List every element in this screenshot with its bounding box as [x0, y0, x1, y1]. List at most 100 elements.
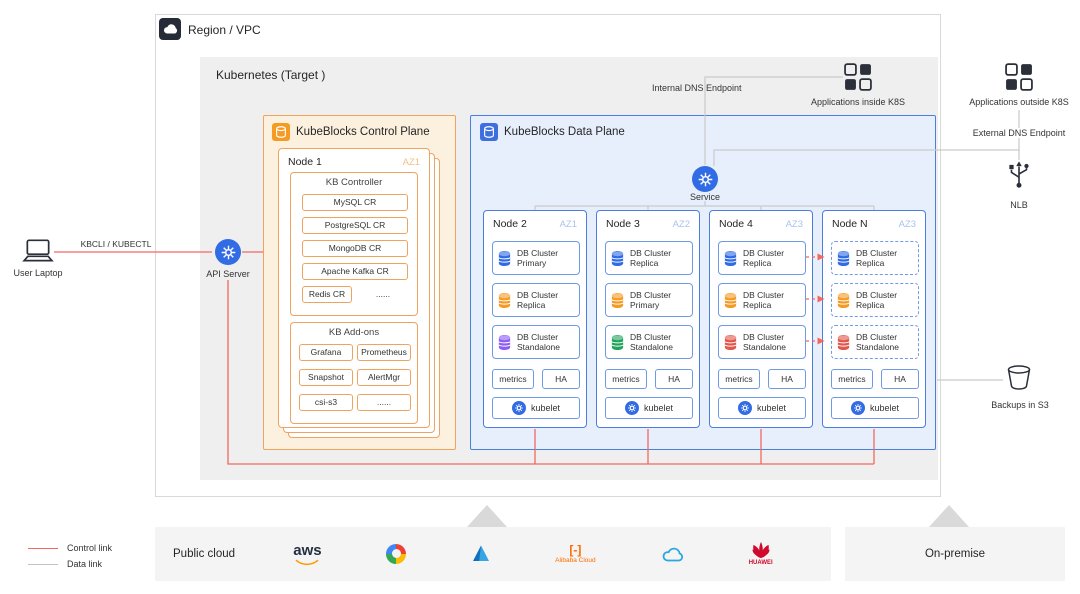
addon-item: ......: [357, 394, 411, 411]
database-icon: [611, 334, 624, 350]
azure-logo: [471, 544, 491, 564]
nlb-label: NLB: [1010, 200, 1028, 210]
data-node-card-node4: Node 4 AZ3 DB Cluster Replica DB Cluster R…: [709, 210, 813, 428]
cr-item: PostgreSQL CR: [302, 217, 408, 234]
cluster-line1: DB Cluster: [517, 289, 559, 300]
cluster-line2: Standalone: [630, 342, 674, 352]
kubernetes-icon: [737, 401, 752, 415]
database-icon: [611, 250, 624, 266]
db-cluster-item: DB Cluster Standalone: [718, 325, 806, 359]
addon-item: csi-s3: [299, 394, 353, 411]
database-icon: [837, 292, 850, 308]
tencent-cloud-icon: [662, 547, 684, 561]
cr-item: MySQL CR: [302, 194, 408, 211]
kbcli-kubectl-label: KBCLI / KUBECTL: [80, 239, 152, 249]
applications-outside-k8s-label: Applications outside K8S: [969, 97, 1069, 107]
db-cluster-item-pending: DB Cluster Replica: [831, 241, 919, 275]
metrics-box: metrics: [718, 369, 760, 389]
node-az-badge: AZ1: [559, 218, 577, 230]
database-icon: [837, 334, 850, 350]
kb-controller-box: KB Controller MySQL CR PostgreSQL CR Mon…: [290, 172, 418, 316]
node-name: Node 2: [493, 218, 527, 230]
cluster-line1: DB Cluster: [630, 331, 672, 342]
public-cloud-label: Public cloud: [173, 548, 236, 560]
aws-logo: aws: [293, 541, 322, 566]
metrics-box: metrics: [492, 369, 534, 389]
legend: Control link Data link: [28, 540, 112, 572]
on-premise-callout-triangle: [929, 505, 969, 527]
aws-smile-icon: [295, 559, 319, 565]
node-az-badge: AZ3: [785, 218, 803, 230]
data-node-card-nodeN: Node N AZ3 DB Cluster Replica DB Cluster R…: [822, 210, 926, 428]
database-icon: [498, 250, 511, 266]
external-dns-endpoint-label: External DNS Endpoint: [962, 128, 1076, 138]
db-cluster-item: DB Cluster Primary: [605, 283, 693, 317]
node-name: Node 4: [719, 218, 753, 230]
backups-s3-label: Backups in S3: [991, 400, 1049, 410]
db-cluster-item-pending: DB Cluster Standalone: [831, 325, 919, 359]
google-cloud-logo: [386, 543, 407, 565]
addon-item: AlertMgr: [357, 369, 411, 386]
kubernetes-icon: [511, 401, 526, 415]
database-icon: [498, 334, 511, 350]
applications-outside-k8s-icon: [1004, 62, 1034, 97]
database-icon: [724, 334, 737, 350]
huawei-flower-icon: [752, 542, 770, 559]
cluster-line1: DB Cluster: [630, 289, 672, 300]
addon-item: Snapshot: [299, 369, 353, 386]
aws-logo-text: aws: [293, 541, 322, 559]
database-icon: [611, 292, 624, 308]
cluster-line1: DB Cluster: [517, 247, 559, 258]
alibaba-cloud-icon: [-]: [569, 543, 582, 557]
data-plane-title: KubeBlocks Data Plane: [504, 126, 625, 138]
db-cluster-item: DB Cluster Replica: [492, 283, 580, 317]
kubeblocks-control-plane-icon: [272, 123, 290, 141]
cluster-line1: DB Cluster: [856, 289, 898, 300]
alibaba-cloud-logo: [-] Alibaba Cloud: [555, 544, 595, 564]
cluster-line2: Replica: [743, 300, 772, 310]
kubernetes-target-label: Kubernetes (Target ): [216, 68, 326, 82]
nlb-icon: [1004, 160, 1034, 193]
cluster-line2: Replica: [630, 258, 659, 268]
node-name: Node N: [832, 218, 868, 230]
user-laptop-label: User Laptop: [13, 268, 63, 278]
cluster-line2: Standalone: [517, 342, 561, 352]
addon-item: Grafana: [299, 344, 353, 361]
db-cluster-item: DB Cluster Standalone: [605, 325, 693, 359]
kubelet-box: kubelet: [605, 397, 693, 419]
data-link-label: Data link: [67, 559, 103, 569]
node-name: Node 1: [288, 156, 322, 168]
data-link-swatch: [28, 563, 58, 565]
metrics-box: metrics: [831, 369, 873, 389]
kubelet-label: kubelet: [756, 403, 787, 413]
google-cloud-icon: [386, 543, 407, 564]
kb-addons-title: KB Add-ons: [328, 327, 380, 338]
db-cluster-item: DB Cluster Primary: [492, 241, 580, 275]
kb-controller-title: KB Controller: [325, 177, 383, 188]
node-az-badge: AZ1: [402, 156, 420, 168]
node-az-badge: AZ2: [672, 218, 690, 230]
kubernetes-icon: [850, 401, 865, 415]
cluster-line2: Standalone: [743, 342, 787, 352]
api-server-label: API Server: [206, 269, 250, 279]
cluster-line2: Primary: [517, 258, 547, 268]
data-node-card-node2: Node 2 AZ1 DB Cluster Primary DB Cluster R…: [483, 210, 587, 428]
cr-item: MongoDB CR: [302, 240, 408, 257]
cluster-line2: Primary: [630, 300, 660, 310]
api-server-icon: [215, 239, 241, 265]
db-cluster-item: DB Cluster Replica: [718, 283, 806, 317]
vpc-cloud-icon: [159, 18, 181, 40]
db-cluster-item: DB Cluster Replica: [718, 241, 806, 275]
cr-item-redis: Redis CR: [302, 286, 352, 303]
database-icon: [498, 292, 511, 308]
on-premise-bar: On-premise: [845, 527, 1065, 581]
metrics-box: metrics: [605, 369, 647, 389]
control-link-swatch: [28, 547, 58, 549]
s3-bucket-icon: [1005, 364, 1033, 396]
kubelet-label: kubelet: [530, 403, 561, 413]
node-az-badge: AZ3: [898, 218, 916, 230]
cluster-line2: Standalone: [856, 342, 900, 352]
db-cluster-item-pending: DB Cluster Replica: [831, 283, 919, 317]
cluster-line1: DB Cluster: [743, 331, 785, 342]
service-label: Service: [689, 192, 720, 202]
